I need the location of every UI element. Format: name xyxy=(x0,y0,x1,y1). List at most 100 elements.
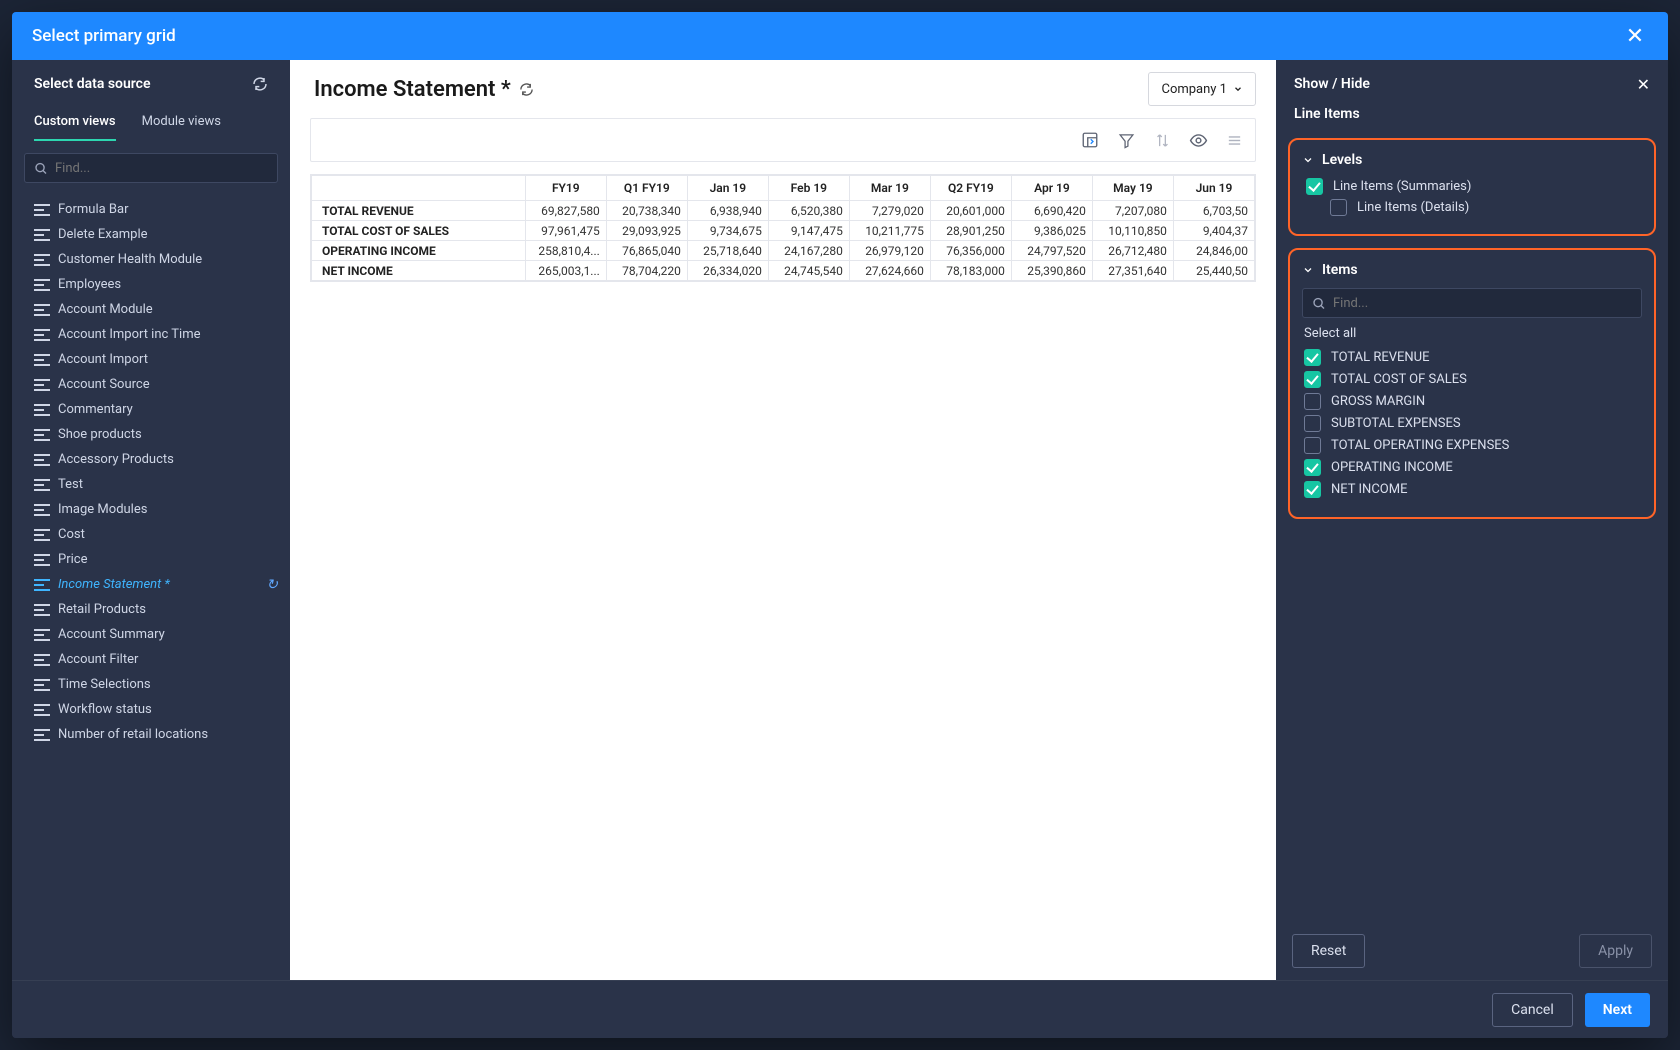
grid-cell[interactable]: 24,797,520 xyxy=(1011,241,1092,261)
grid-col-header[interactable]: Jan 19 xyxy=(687,176,768,201)
grid-cell[interactable]: 27,624,660 xyxy=(849,261,930,281)
grid-cell[interactable]: 6,703,50 xyxy=(1173,201,1254,221)
grid-row[interactable]: OPERATING INCOME258,810,4...76,865,04025… xyxy=(312,241,1255,261)
grid-cell[interactable]: 9,734,675 xyxy=(687,221,768,241)
data-source-search-input[interactable] xyxy=(55,161,269,176)
grid-cell[interactable]: 26,334,020 xyxy=(687,261,768,281)
item-row[interactable]: GROSS MARGIN xyxy=(1304,393,1642,410)
grid-cell[interactable]: 97,961,475 xyxy=(525,221,606,241)
data-source-item[interactable]: Time Selections xyxy=(12,672,290,697)
grid-cell[interactable]: 20,738,340 xyxy=(606,201,687,221)
grid-cell[interactable]: 9,386,025 xyxy=(1011,221,1092,241)
checkbox[interactable] xyxy=(1304,481,1321,498)
apply-button[interactable]: Apply xyxy=(1579,934,1652,968)
close-panel-icon[interactable]: ✕ xyxy=(1637,75,1650,94)
grid-cell[interactable]: 10,211,775 xyxy=(849,221,930,241)
items-header[interactable]: Items xyxy=(1302,262,1642,278)
pivot-icon[interactable] xyxy=(1079,129,1101,151)
grid-cell[interactable]: 7,279,020 xyxy=(849,201,930,221)
data-source-item[interactable]: Workflow status xyxy=(12,697,290,722)
data-source-item[interactable]: Employees xyxy=(12,272,290,297)
grid-col-header[interactable]: Apr 19 xyxy=(1011,176,1092,201)
grid-cell[interactable]: 25,440,50 xyxy=(1173,261,1254,281)
grid-row-header[interactable]: TOTAL COST OF SALES xyxy=(312,221,526,241)
grid-cell[interactable]: 7,207,080 xyxy=(1092,201,1173,221)
item-row[interactable]: NET INCOME xyxy=(1304,481,1642,498)
checkbox[interactable] xyxy=(1304,415,1321,432)
data-source-item[interactable]: Cost xyxy=(12,522,290,547)
checkbox[interactable] xyxy=(1304,371,1321,388)
grid-cell[interactable]: 9,147,475 xyxy=(768,221,849,241)
grid-cell[interactable]: 20,601,000 xyxy=(930,201,1011,221)
filter-icon[interactable] xyxy=(1115,129,1137,151)
data-source-item[interactable]: Account Source xyxy=(12,372,290,397)
item-row[interactable]: OPERATING INCOME xyxy=(1304,459,1642,476)
grid-cell[interactable]: 28,901,250 xyxy=(930,221,1011,241)
grid-col-header[interactable]: Feb 19 xyxy=(768,176,849,201)
data-source-item[interactable]: Image Modules xyxy=(12,497,290,522)
select-all[interactable]: Select all xyxy=(1304,326,1642,341)
checkbox[interactable] xyxy=(1304,437,1321,454)
close-icon[interactable]: ✕ xyxy=(1622,24,1648,49)
grid-cell[interactable]: 265,003,1... xyxy=(525,261,606,281)
checkbox[interactable] xyxy=(1304,459,1321,476)
grid-cell[interactable]: 25,718,640 xyxy=(687,241,768,261)
data-source-item[interactable]: Account Summary xyxy=(12,622,290,647)
grid-cell[interactable]: 258,810,4... xyxy=(525,241,606,261)
data-source-item[interactable]: Account Import xyxy=(12,347,290,372)
format-icon[interactable] xyxy=(1223,129,1245,151)
grid-cell[interactable]: 6,690,420 xyxy=(1011,201,1092,221)
grid-col-header[interactable]: Mar 19 xyxy=(849,176,930,201)
sync-icon[interactable] xyxy=(519,82,534,97)
tab-custom-views[interactable]: Custom views xyxy=(34,114,116,141)
data-source-item[interactable]: Shoe products xyxy=(12,422,290,447)
grid-cell[interactable]: 78,183,000 xyxy=(930,261,1011,281)
grid-cell[interactable]: 9,404,37 xyxy=(1173,221,1254,241)
grid-row-header[interactable]: TOTAL REVENUE xyxy=(312,201,526,221)
grid-col-header[interactable]: Q1 FY19 xyxy=(606,176,687,201)
next-button[interactable]: Next xyxy=(1585,993,1650,1027)
grid-cell[interactable]: 76,865,040 xyxy=(606,241,687,261)
history-icon[interactable]: ↻ xyxy=(266,577,278,593)
data-source-item[interactable]: Delete Example xyxy=(12,222,290,247)
grid-row-header[interactable]: OPERATING INCOME xyxy=(312,241,526,261)
data-source-item[interactable]: Formula Bar xyxy=(12,197,290,222)
reset-button[interactable]: Reset xyxy=(1292,934,1365,968)
checkbox[interactable] xyxy=(1306,178,1323,195)
grid-row[interactable]: NET INCOME265,003,1...78,704,22026,334,0… xyxy=(312,261,1255,281)
grid-cell[interactable]: 10,110,850 xyxy=(1092,221,1173,241)
data-source-item[interactable]: Income Statement *↻ xyxy=(12,572,290,597)
grid-cell[interactable]: 76,356,000 xyxy=(930,241,1011,261)
sort-icon[interactable] xyxy=(1151,129,1173,151)
grid-cell[interactable]: 29,093,925 xyxy=(606,221,687,241)
grid-cell[interactable]: 27,351,640 xyxy=(1092,261,1173,281)
grid-cell[interactable]: 26,979,120 xyxy=(849,241,930,261)
grid-cell[interactable]: 26,712,480 xyxy=(1092,241,1173,261)
grid-col-header[interactable]: Jun 19 xyxy=(1173,176,1254,201)
checkbox[interactable] xyxy=(1304,349,1321,366)
grid-row-header[interactable]: NET INCOME xyxy=(312,261,526,281)
grid-cell[interactable]: 6,520,380 xyxy=(768,201,849,221)
data-source-item[interactable]: Test xyxy=(12,472,290,497)
grid-col-header[interactable]: May 19 xyxy=(1092,176,1173,201)
grid-row[interactable]: TOTAL REVENUE69,827,58020,738,3406,938,9… xyxy=(312,201,1255,221)
data-source-item[interactable]: Price xyxy=(12,547,290,572)
grid-cell[interactable]: 6,938,940 xyxy=(687,201,768,221)
data-source-item[interactable]: Account Module xyxy=(12,297,290,322)
visibility-icon[interactable] xyxy=(1187,129,1209,151)
data-source-item[interactable]: Customer Health Module xyxy=(12,247,290,272)
grid-cell[interactable]: 69,827,580 xyxy=(525,201,606,221)
level-row[interactable]: Line Items (Details) xyxy=(1330,199,1642,216)
checkbox[interactable] xyxy=(1330,199,1347,216)
data-source-item[interactable]: Commentary xyxy=(12,397,290,422)
grid-cell[interactable]: 24,745,540 xyxy=(768,261,849,281)
grid-cell[interactable]: 24,846,00 xyxy=(1173,241,1254,261)
items-search-input[interactable] xyxy=(1333,296,1633,311)
item-row[interactable]: SUBTOTAL EXPENSES xyxy=(1304,415,1642,432)
tab-module-views[interactable]: Module views xyxy=(142,114,221,141)
refresh-icon[interactable] xyxy=(252,76,268,92)
data-source-item[interactable]: Number of retail locations xyxy=(12,722,290,747)
checkbox[interactable] xyxy=(1304,393,1321,410)
company-dropdown[interactable]: Company 1 xyxy=(1148,72,1256,106)
item-row[interactable]: TOTAL COST OF SALES xyxy=(1304,371,1642,388)
